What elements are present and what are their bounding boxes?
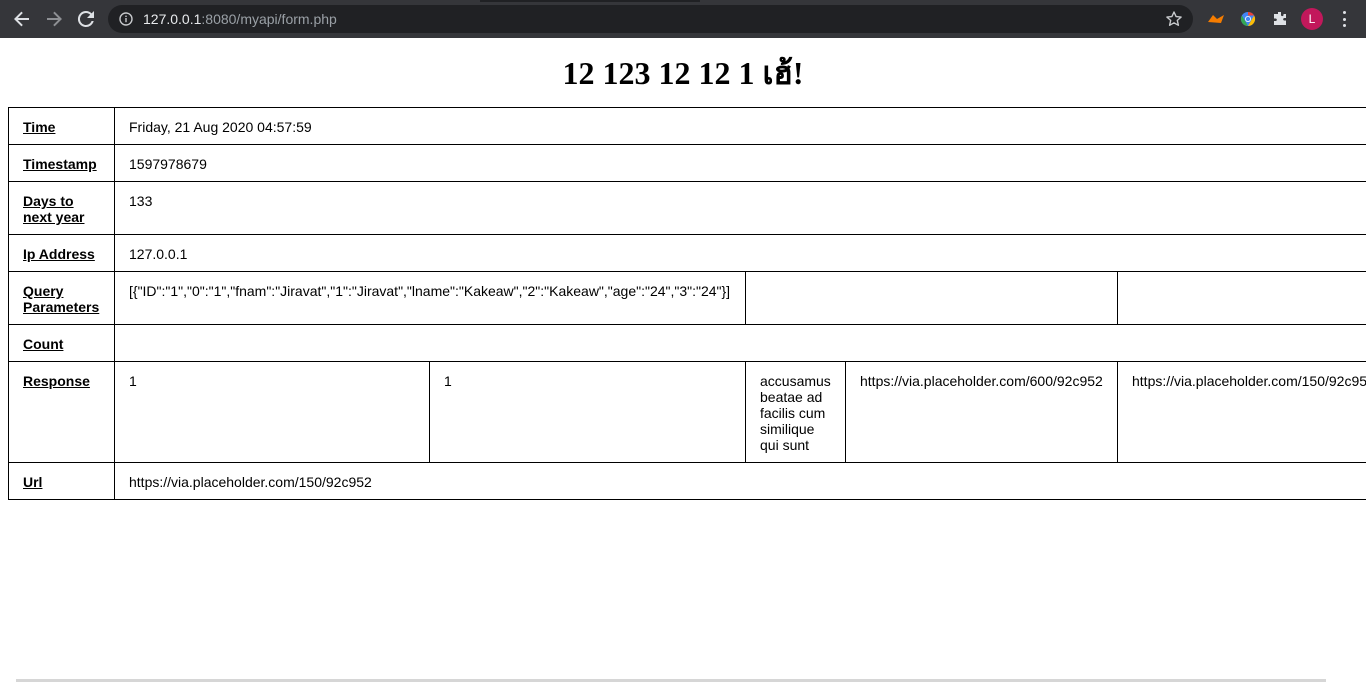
info-table: Time Friday, 21 Aug 2020 04:57:59 Timest…: [8, 107, 1366, 500]
empty-cell: [745, 271, 1118, 325]
row-label: Timestamp: [8, 144, 115, 182]
extension-orange-icon[interactable]: [1207, 10, 1225, 28]
row-value: [{"ID":"1","0":"1","fnam":"Jiravat","1":…: [114, 271, 746, 325]
row-value: 127.0.0.1: [113, 234, 1366, 272]
kebab-menu-icon[interactable]: [1336, 10, 1352, 28]
back-arrow-icon[interactable]: [6, 0, 38, 38]
extension-color-icon[interactable]: [1239, 10, 1257, 28]
table-row-response: Response 1 1 accusamus beatae ad facilis…: [8, 361, 1366, 463]
row-value: 133: [113, 181, 1366, 235]
table-row-timestamp: Timestamp 1597978679: [8, 144, 1366, 182]
response-cell: 1: [429, 361, 746, 463]
forward-arrow-icon[interactable]: [38, 0, 70, 38]
row-label: Response: [8, 361, 115, 463]
row-value: Friday, 21 Aug 2020 04:57:59: [113, 107, 1366, 145]
row-label: Url: [8, 462, 115, 500]
extensions-puzzle-icon[interactable]: [1271, 10, 1289, 28]
reload-icon[interactable]: [70, 0, 102, 38]
table-row-url: Url https://via.placeholder.com/150/92c9…: [8, 462, 1366, 500]
table-row-days: Days to next year 133: [8, 181, 1366, 235]
empty-cell: [1116, 271, 1366, 325]
row-label: Count: [8, 324, 115, 362]
address-bar[interactable]: 127.0.0.1:8080/myapi/form.php: [108, 5, 1193, 33]
row-value: [113, 324, 1366, 362]
row-value: 1597978679: [113, 144, 1366, 182]
response-cell: https://via.placeholder.com/600/92c952: [845, 361, 1118, 463]
row-label: Days to next year: [8, 181, 115, 235]
row-label: Time: [8, 107, 115, 145]
info-icon[interactable]: [119, 12, 133, 26]
profile-avatar[interactable]: L: [1301, 8, 1323, 30]
page-heading: 12 123 12 12 1 เฮ้!: [562, 55, 804, 91]
table-row-query: Query Parameters [{"ID":"1","0":"1","fna…: [8, 271, 1366, 325]
browser-toolbar: 127.0.0.1:8080/myapi/form.php L: [0, 0, 1366, 38]
table-row-count: Count: [8, 324, 1366, 362]
row-label: Query Parameters: [8, 271, 115, 325]
table-row-ip: Ip Address 127.0.0.1: [8, 234, 1366, 272]
table-row-time: Time Friday, 21 Aug 2020 04:57:59: [8, 107, 1366, 145]
row-label: Ip Address: [8, 234, 115, 272]
response-cell: https://via.placeholder.com/150/92c952: [1116, 361, 1366, 463]
response-cell: accusamus beatae ad facilis cum similiqu…: [745, 361, 846, 463]
row-value: https://via.placeholder.com/150/92c952: [113, 462, 1366, 500]
url-text: 127.0.0.1:8080/myapi/form.php: [143, 11, 337, 27]
response-cell: 1: [114, 361, 430, 463]
bookmark-star-icon[interactable]: [1165, 10, 1183, 28]
